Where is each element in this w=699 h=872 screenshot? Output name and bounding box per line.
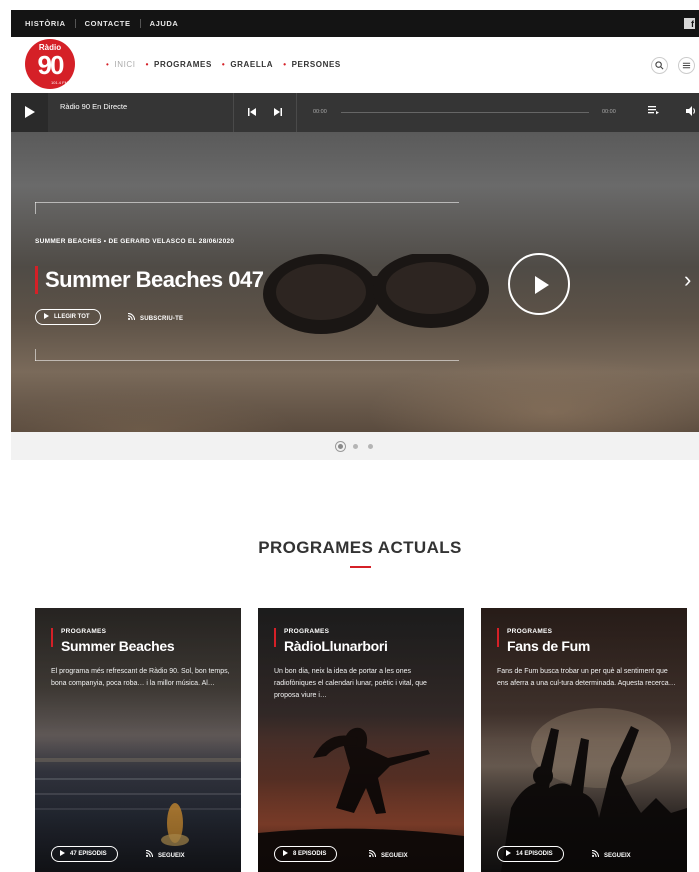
card-category: PROGRAMES [284,628,330,635]
play-icon [506,850,511,856]
card-title[interactable]: RàdioLlunarbori [284,638,388,654]
nav-item-graella[interactable]: GRAELLA [222,60,273,69]
play-icon [44,313,49,319]
slider-dots [11,432,699,460]
hero-title[interactable]: Summer Beaches 047 [45,267,264,293]
program-card[interactable]: PROGRAMES Fans de Fum Fans de Fum busca … [481,608,687,872]
subscribe-link[interactable]: SUBSCRIU-TE [127,312,184,322]
program-card[interactable]: PROGRAMES Summer Beaches El programa més… [35,608,241,872]
facebook-icon[interactable]: f [684,18,695,29]
decor-line [35,360,459,361]
card-title[interactable]: Fans de Fum [507,638,590,654]
follow-link[interactable]: SEGUEIX [368,849,408,859]
logo-number: 90 [37,50,65,80]
slider-dot[interactable] [352,443,358,449]
follow-link[interactable]: SEGUEIX [591,849,631,859]
play-icon [25,106,35,118]
card-category: PROGRAMES [61,628,107,635]
top-bar: HISTÒRIA CONTACTE AJUDA f [11,10,699,37]
site-header: Ràdio 90 101.4 FM INICI PROGRAMES GRAELL… [11,37,699,93]
episodes-button[interactable]: 14 EPISODIS [497,846,564,862]
search-icon [655,61,664,70]
card-description: Fans de Fum busca trobar un per què al s… [497,668,676,687]
volume-icon[interactable] [686,106,697,119]
hero-slider: SUMMER BEACHES • DE GERARD VELASCO EL 28… [11,132,699,432]
card-description: El programa més refrescant de Ràdio 90. … [51,668,230,687]
menu-button[interactable] [678,57,695,74]
nav-item-programes[interactable]: PROGRAMES [146,60,212,69]
player-title: Ràdio 90 En Directe [60,102,128,111]
hero-background-image [263,254,489,334]
play-icon [60,850,65,856]
divider [296,93,297,132]
slider-next-arrow[interactable]: › [684,267,691,293]
decor-line [35,349,36,361]
topbar-link-historia[interactable]: HISTÒRIA [25,19,66,28]
live-player: Ràdio 90 En Directe 00:00 00:00 [11,93,699,132]
card-description: Un bon dia, neix la idea de portar a les… [274,668,427,699]
follow-link[interactable]: SEGUEIX [145,849,185,859]
read-more-label: LLEGIR TOT [54,314,90,320]
slider-dot[interactable] [367,443,373,449]
episodes-button[interactable]: 47 EPISODIS [51,846,118,862]
card-category: PROGRAMES [507,628,553,635]
accent-bar [497,628,499,647]
accent-bar [35,266,38,294]
rss-icon [127,312,136,321]
previous-track-icon[interactable] [248,108,256,118]
divider [233,93,234,132]
episodes-label: 14 EPISODIS [516,851,553,857]
main-nav: INICI PROGRAMES GRAELLA PERSONES [106,60,341,69]
rss-icon [368,849,377,858]
logo-frequency: 101.4 FM [51,80,68,85]
episodes-button[interactable]: 8 EPISODIS [274,846,338,862]
follow-label: SEGUEIX [381,853,408,859]
page: HISTÒRIA CONTACTE AJUDA f Ràdio 90 101.4… [0,0,699,872]
decor-line [35,202,36,214]
decor-line [35,202,459,203]
nav-item-inici[interactable]: INICI [106,60,136,69]
divider [139,19,141,28]
topbar-link-ajuda[interactable]: AJUDA [150,19,179,28]
accent-bar [274,628,276,647]
next-track-icon[interactable] [274,108,282,118]
section-underline [350,566,371,568]
player-play-button[interactable] [11,93,48,132]
follow-label: SEGUEIX [158,853,185,859]
topbar-link-contacte[interactable]: CONTACTE [85,19,131,28]
search-button[interactable] [651,57,668,74]
episodes-label: 8 EPISODIS [293,851,327,857]
rss-icon [591,849,600,858]
rss-icon [145,849,154,858]
accent-bar [51,628,53,647]
play-icon [283,850,288,856]
nav-item-persones[interactable]: PERSONES [283,60,341,69]
episodes-label: 47 EPISODIS [70,851,107,857]
program-card[interactable]: PROGRAMES RàdioLlunarbori Un bon dia, ne… [258,608,464,872]
hero-play-button[interactable] [508,253,570,315]
divider [74,19,76,28]
hero-meta: SUMMER BEACHES • DE GERARD VELASCO EL 28… [35,238,235,245]
time-total: 00:00 [602,109,616,115]
slider-dot[interactable] [337,443,343,449]
playlist-icon[interactable] [648,106,659,118]
progress-track[interactable] [341,112,589,113]
subscribe-label: SUBSCRIU-TE [140,316,184,322]
follow-label: SEGUEIX [604,853,631,859]
card-title[interactable]: Summer Beaches [61,638,175,654]
read-more-button[interactable]: LLEGIR TOT [35,309,101,325]
play-icon [535,276,549,294]
site-logo[interactable]: Ràdio 90 101.4 FM [25,39,75,89]
time-current: 00:00 [313,109,327,115]
menu-icon [682,62,691,69]
section-title: PROGRAMES ACTUALS [258,538,462,557]
